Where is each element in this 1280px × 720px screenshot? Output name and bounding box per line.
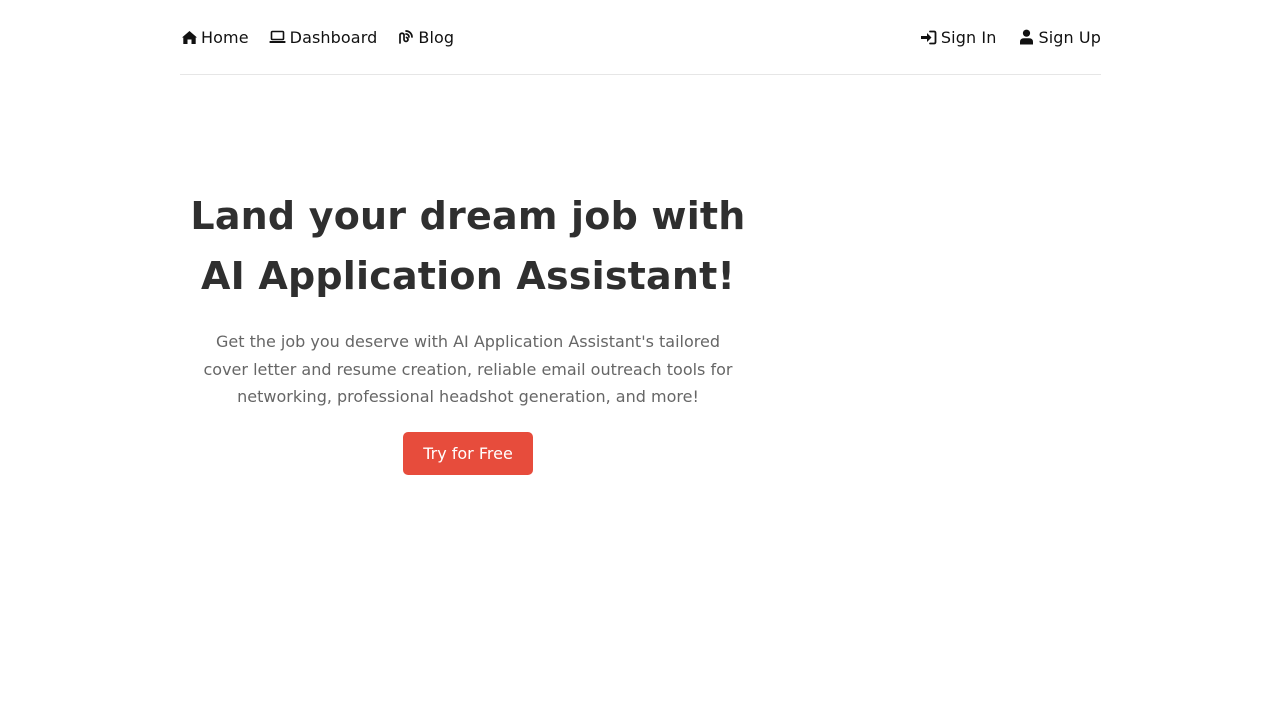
nav-dashboard-link[interactable]: Dashboard [269, 28, 378, 47]
nav-blog-label: Blog [418, 27, 455, 47]
hero-subtitle: Get the job you deserve with AI Applicat… [203, 332, 733, 406]
nav-sign-up-label: Sign Up [1038, 27, 1101, 47]
nav-right-group: Sign In Sign Up [899, 0, 1101, 74]
page: Home Dashboard Blog Sign In Sign Up Land… [0, 0, 1280, 720]
nav-blog-link[interactable]: Blog [397, 28, 454, 47]
nav-dashboard-label: Dashboard [289, 27, 378, 47]
nav-sign-in-link[interactable]: Sign In [920, 28, 997, 47]
hero-title-line-1: Land your dream job with [190, 194, 746, 238]
user-icon [1017, 28, 1035, 46]
home-icon [180, 28, 198, 46]
hero-title: Land your dream job with AI Application … [188, 186, 748, 306]
blog-icon [397, 28, 415, 46]
hero-title-line-2: AI Application Assistant! [200, 254, 736, 298]
sign-in-icon [920, 28, 938, 46]
nav-left-group: Home Dashboard Blog [180, 0, 474, 74]
hero-section: Land your dream job with AI Application … [188, 186, 748, 475]
nav-home-label: Home [201, 27, 249, 47]
laptop-icon [269, 28, 287, 46]
nav-sign-up-link[interactable]: Sign Up [1017, 28, 1101, 47]
nav-home-link[interactable]: Home [180, 28, 249, 47]
top-navbar: Home Dashboard Blog Sign In Sign Up [180, 0, 1101, 75]
nav-sign-in-label: Sign In [940, 27, 997, 47]
try-for-free-button[interactable]: Try for Free [403, 431, 533, 475]
